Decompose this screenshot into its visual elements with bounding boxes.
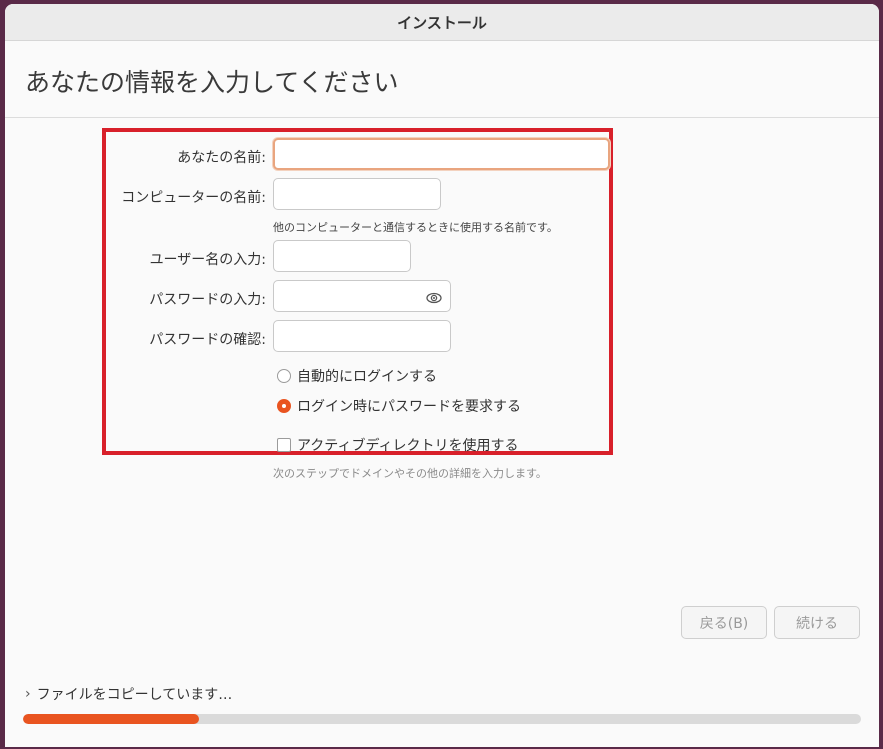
name-input[interactable]	[273, 138, 610, 170]
progress-bar	[23, 714, 861, 724]
title-bar: インストール	[5, 4, 879, 41]
username-label: ユーザー名の入力:	[149, 252, 266, 268]
active-directory-checkbox[interactable]	[277, 438, 291, 452]
computer-name-input[interactable]	[273, 178, 441, 210]
require-password-label: ログイン時にパスワードを要求する	[297, 399, 521, 415]
status-expander[interactable]: › ファイルをコピーしています…	[25, 684, 232, 704]
auto-login-radio[interactable]	[277, 369, 291, 383]
active-directory-hint: 次のステップでドメインやその他の詳細を入力します。	[273, 467, 547, 480]
auto-login-option[interactable]: 自動的にログインする	[277, 366, 437, 386]
chevron-right-icon: ›	[25, 686, 31, 702]
eye-icon[interactable]	[426, 290, 442, 306]
require-password-option[interactable]: ログイン時にパスワードを要求する	[277, 396, 521, 416]
page-title: あなたの情報を入力してください	[25, 68, 399, 97]
auto-login-label: 自動的にログインする	[297, 369, 437, 385]
active-directory-option[interactable]: アクティブディレクトリを使用する	[277, 435, 518, 455]
require-password-radio[interactable]	[277, 399, 291, 413]
confirm-password-label: パスワードの確認:	[149, 332, 266, 348]
page-header: あなたの情報を入力してください	[5, 41, 879, 118]
continue-button[interactable]: 続ける	[774, 606, 860, 639]
progress-fill	[23, 714, 199, 724]
active-directory-label: アクティブディレクトリを使用する	[297, 438, 519, 454]
installer-window: インストール あなたの情報を入力してください あなたの名前: コンピューターの名…	[5, 4, 879, 747]
computer-name-hint: 他のコンピューターと通信するときに使用する名前です。	[273, 221, 558, 234]
computer-name-label: コンピューターの名前:	[121, 190, 266, 206]
status-text: ファイルをコピーしています…	[36, 687, 233, 703]
username-input[interactable]	[273, 240, 411, 272]
password-label: パスワードの入力:	[149, 292, 266, 308]
confirm-password-input[interactable]	[273, 320, 451, 352]
back-button[interactable]: 戻る(B)	[681, 606, 767, 639]
name-label: あなたの名前:	[177, 150, 266, 166]
password-input[interactable]	[273, 280, 451, 312]
window-title: インストール	[397, 13, 487, 32]
